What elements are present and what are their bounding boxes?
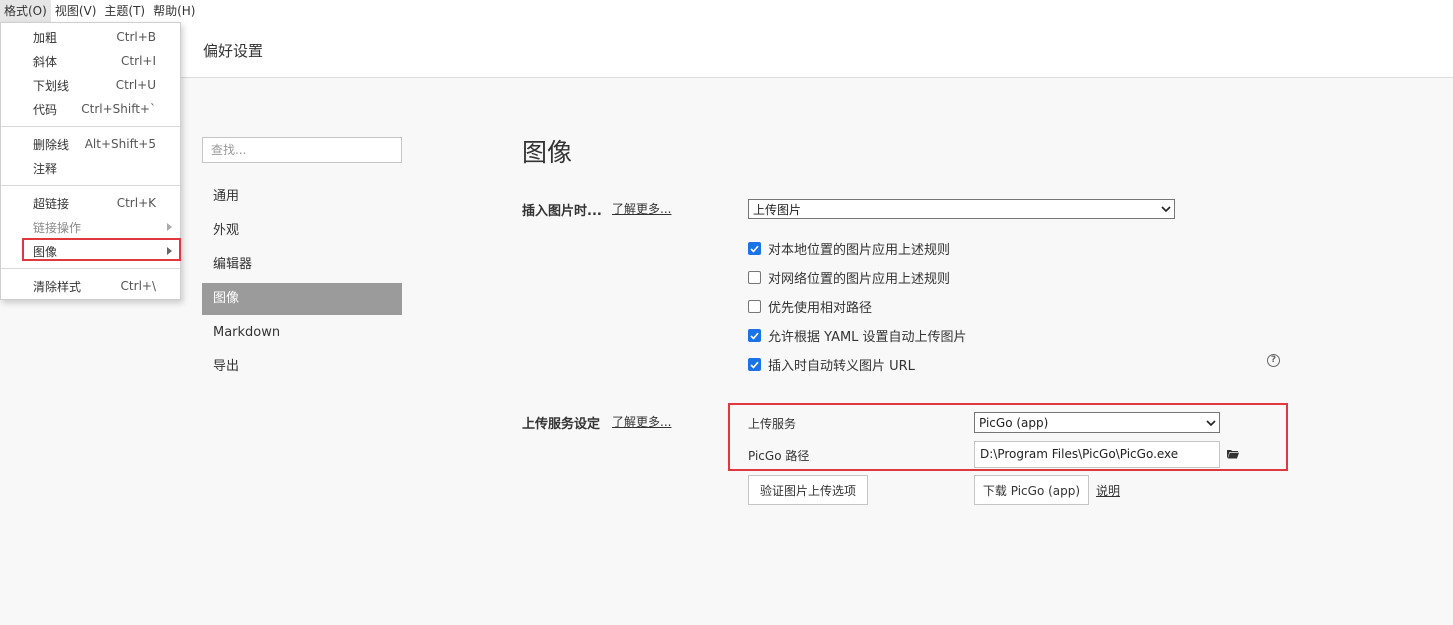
menu-view[interactable]: 视图(V) <box>51 0 101 22</box>
insert-action-select[interactable]: 上传图片 <box>748 199 1175 219</box>
menu-item-label: 链接操作 <box>33 220 82 235</box>
upload-service-value: PicGo (app) <box>979 415 1049 430</box>
upload-service-label: 上传服务设定 <box>522 417 601 432</box>
download-picgo-button[interactable]: 下载 PicGo (app) <box>974 475 1089 505</box>
nav-item-markdown[interactable]: Markdown <box>202 317 402 349</box>
menu-item-hyperlink[interactable]: 超链接 Ctrl+K <box>1 191 180 215</box>
menu-item-shortcut: Ctrl+Shift+` <box>81 102 156 116</box>
checkbox-label: 允许根据 YAML 设置自动上传图片 <box>768 330 967 345</box>
preferences-nav: 通用 外观 编辑器 图像 Markdown 导出 <box>202 181 402 385</box>
checkbox-yaml-upload[interactable]: 允许根据 YAML 设置自动上传图片 <box>748 326 967 345</box>
menu-item-link-actions[interactable]: 链接操作 <box>1 215 180 239</box>
format-menu: 加粗 Ctrl+B 斜体 Ctrl+I 下划线 Ctrl+U 代码 Ctrl+S… <box>0 22 181 300</box>
menu-item-label: 加粗 <box>33 30 58 45</box>
menu-separator <box>1 126 180 127</box>
menu-item-clear-format[interactable]: 清除样式 Ctrl+\ <box>1 274 180 298</box>
preferences-header: 偏好设置 <box>0 22 1453 78</box>
search-input[interactable] <box>202 137 402 163</box>
menu-item-label: 下划线 <box>33 78 70 93</box>
menu-format[interactable]: 格式(O) <box>0 0 51 22</box>
menubar: 格式(O) 视图(V) 主题(T) 帮助(H) <box>0 0 1453 22</box>
menu-item-shortcut: Ctrl+\ <box>120 279 156 293</box>
checkbox-box[interactable] <box>748 271 761 284</box>
menu-item-label: 注释 <box>33 161 58 176</box>
section-title: 图像 <box>522 138 573 167</box>
insert-action-value: 上传图片 <box>753 202 802 217</box>
check-icon[interactable] <box>748 329 761 342</box>
insert-learn-more-link[interactable]: 了解更多... <box>612 200 671 217</box>
checkbox-label: 插入时自动转义图片 URL <box>768 359 915 374</box>
upload-service-select[interactable]: PicGo (app) <box>974 412 1220 433</box>
nav-item-editor[interactable]: 编辑器 <box>202 249 402 281</box>
menu-item-shortcut: Ctrl+B <box>116 30 156 44</box>
menu-item-label: 删除线 <box>33 137 70 152</box>
highlight-box-image-menu <box>22 238 181 261</box>
menu-item-code[interactable]: 代码 Ctrl+Shift+` <box>1 97 180 121</box>
checkbox-label: 对本地位置的图片应用上述规则 <box>768 243 951 258</box>
submenu-arrow-icon <box>167 223 172 231</box>
checkbox-local-images[interactable]: 对本地位置的图片应用上述规则 <box>748 239 950 258</box>
check-icon[interactable] <box>748 242 761 255</box>
menu-separator <box>1 268 180 269</box>
menu-item-shortcut: Ctrl+U <box>115 78 156 92</box>
checkbox-box[interactable] <box>748 300 761 313</box>
verify-upload-button[interactable]: 验证图片上传选项 <box>748 475 868 505</box>
picgo-path-label: PicGo 路径 <box>748 449 810 463</box>
menu-item-strikethrough[interactable]: 删除线 Alt+Shift+5 <box>1 132 180 156</box>
nav-item-appearance[interactable]: 外观 <box>202 215 402 247</box>
checkbox-relative-path[interactable]: 优先使用相对路径 <box>748 297 872 316</box>
nav-item-export[interactable]: 导出 <box>202 351 402 383</box>
menu-item-italic[interactable]: 斜体 Ctrl+I <box>1 49 180 73</box>
menu-item-shortcut: Ctrl+K <box>116 196 156 210</box>
checkbox-label: 优先使用相对路径 <box>768 301 873 316</box>
nav-item-general[interactable]: 通用 <box>202 181 402 213</box>
folder-icon[interactable] <box>1227 448 1239 463</box>
menu-item-bold[interactable]: 加粗 Ctrl+B <box>1 25 180 49</box>
menu-item-label: 清除样式 <box>33 279 82 294</box>
checkbox-network-images[interactable]: 对网络位置的图片应用上述规则 <box>748 268 950 287</box>
menu-help[interactable]: 帮助(H) <box>149 0 199 22</box>
checkbox-escape-url[interactable]: 插入时自动转义图片 URL <box>748 355 915 374</box>
check-icon[interactable] <box>748 358 761 371</box>
explain-link[interactable]: 说明 <box>1096 482 1120 499</box>
picgo-path-input[interactable]: D:\Program Files\PicGo\PicGo.exe <box>974 441 1220 468</box>
preferences-title: 偏好设置 <box>203 42 264 60</box>
menu-item-label: 斜体 <box>33 54 58 69</box>
menu-item-shortcut: Alt+Shift+5 <box>84 137 156 151</box>
insert-image-label: 插入图片时... <box>522 204 602 219</box>
upload-learn-more-link[interactable]: 了解更多... <box>612 413 671 430</box>
upload-service-field-label: 上传服务 <box>748 417 797 431</box>
menu-separator <box>1 185 180 186</box>
chevron-down-icon <box>1158 200 1174 218</box>
menu-item-comment[interactable]: 注释 <box>1 156 180 180</box>
menu-item-label: 超链接 <box>33 196 70 211</box>
checkbox-label: 对网络位置的图片应用上述规则 <box>768 272 951 287</box>
menu-theme[interactable]: 主题(T) <box>100 0 149 22</box>
nav-item-image[interactable]: 图像 <box>202 283 402 315</box>
menu-item-shortcut: Ctrl+I <box>121 54 156 68</box>
menu-item-underline[interactable]: 下划线 Ctrl+U <box>1 73 180 97</box>
chevron-down-icon <box>1203 413 1219 432</box>
help-circle-icon[interactable]: ? <box>1267 354 1280 367</box>
menu-item-label: 代码 <box>33 102 58 117</box>
